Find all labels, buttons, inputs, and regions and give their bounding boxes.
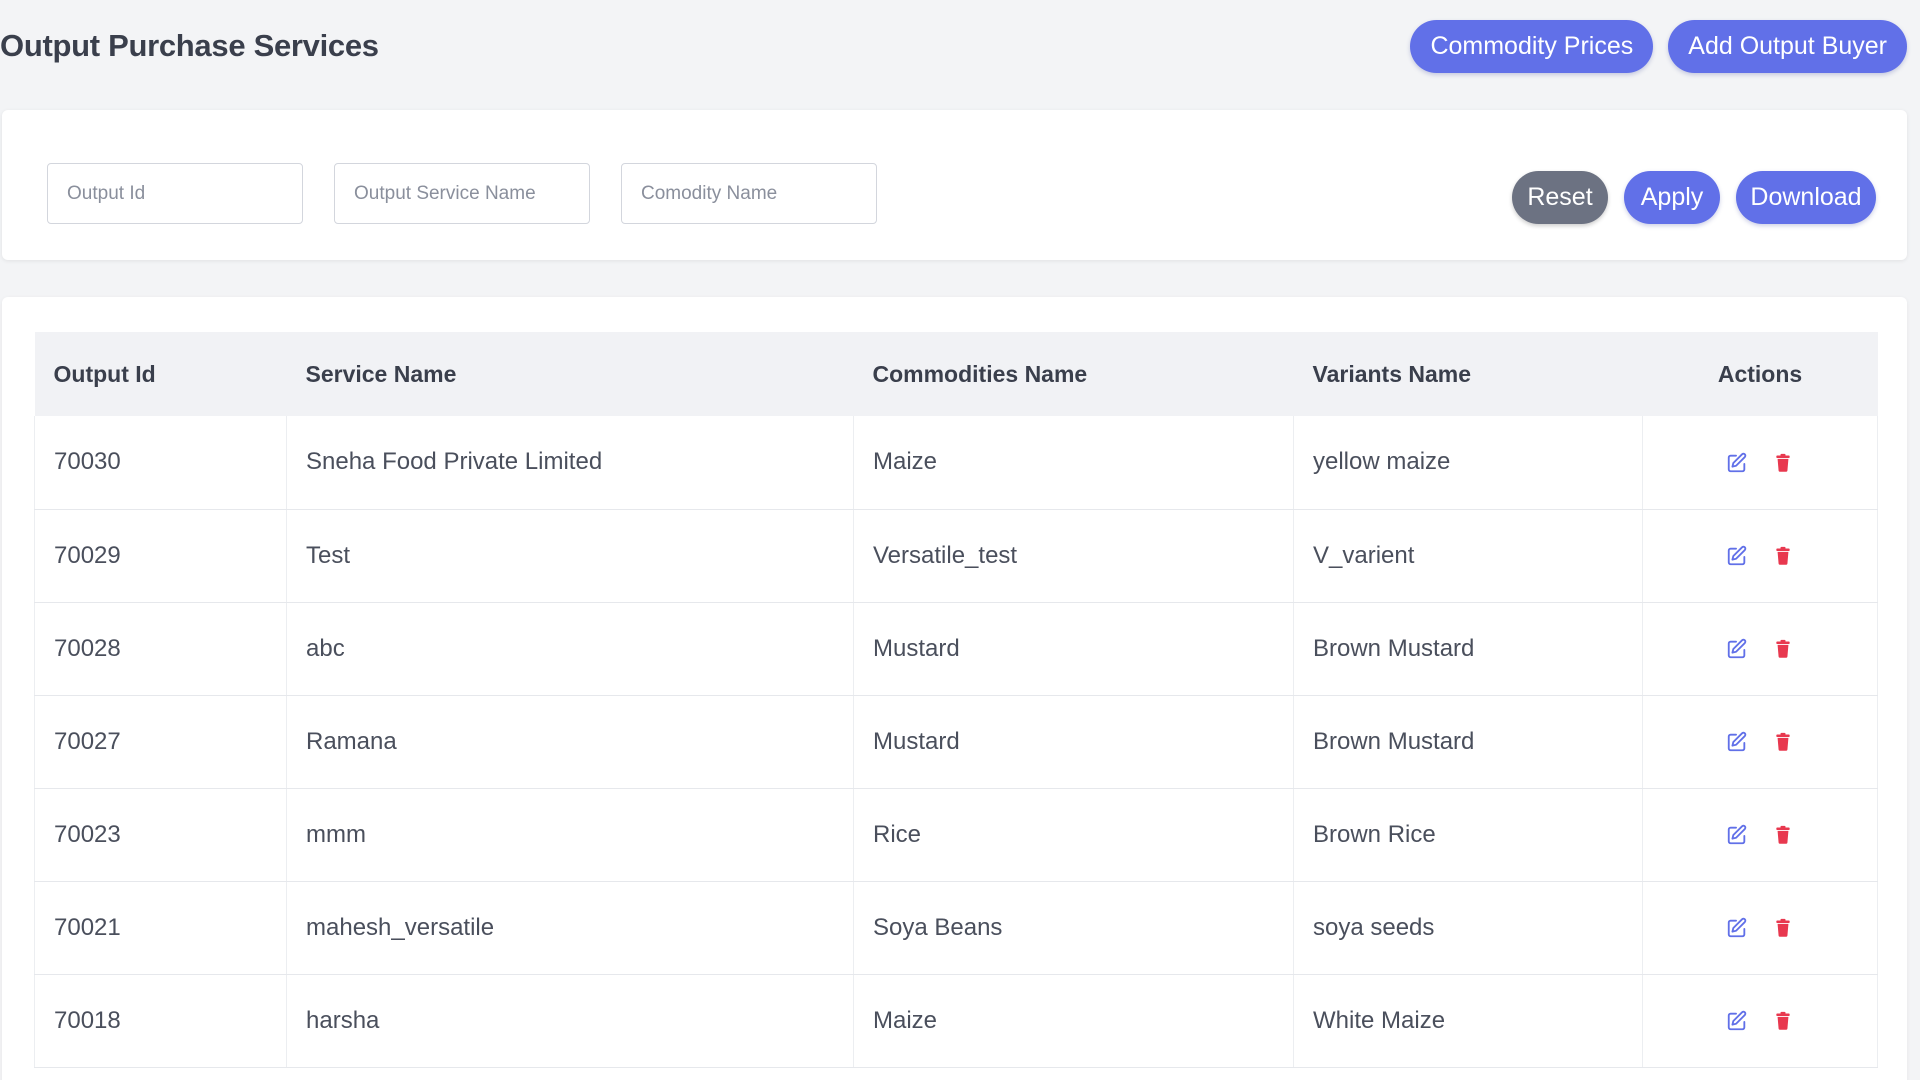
- filter-card: Reset Apply Download: [2, 110, 1907, 260]
- actions-cell: [1642, 416, 1878, 510]
- commodity-name-cell: Versatile_test: [853, 509, 1294, 603]
- column-header-service-name[interactable]: Service Name: [287, 332, 854, 416]
- variant-name-cell: Brown Mustard: [1293, 602, 1643, 696]
- apply-button[interactable]: Apply: [1624, 171, 1720, 224]
- service-name-input[interactable]: [334, 163, 590, 224]
- service-name-cell: Ramana: [286, 695, 854, 789]
- variant-name-cell: soya seeds: [1293, 881, 1643, 975]
- table-header-row: Output Id Service Name Commodities Name …: [34, 332, 1878, 416]
- service-name-cell: Test: [286, 509, 854, 603]
- variant-name-cell: White Maize: [1293, 974, 1643, 1068]
- table-row: 70021 mahesh_versatile Soya Beans soya seed…: [34, 881, 1878, 975]
- output-id-cell: 70018: [34, 974, 287, 1068]
- column-header-variants-name[interactable]: Variants Name: [1294, 332, 1643, 416]
- variant-name-cell: V_varient: [1293, 509, 1643, 603]
- table-body: 70030 Sneha Food Private Limited Maize yell…: [34, 416, 1878, 1068]
- output-id-cell: 70028: [34, 602, 287, 696]
- actions-cell: [1642, 509, 1878, 603]
- reset-button[interactable]: Reset: [1512, 171, 1608, 224]
- trash-icon[interactable]: [1772, 731, 1794, 753]
- output-id-cell: 70030: [34, 416, 287, 510]
- add-output-buyer-button[interactable]: Add Output Buyer: [1668, 20, 1907, 73]
- output-id-cell: 70021: [34, 881, 287, 975]
- edit-icon[interactable]: [1726, 917, 1748, 939]
- output-id-cell: 70023: [34, 788, 287, 882]
- trash-icon[interactable]: [1772, 638, 1794, 660]
- edit-icon[interactable]: [1726, 452, 1748, 474]
- output-id-cell: 70027: [34, 695, 287, 789]
- edit-icon[interactable]: [1726, 638, 1748, 660]
- actions-cell: [1642, 974, 1878, 1068]
- variant-name-cell: Brown Mustard: [1293, 695, 1643, 789]
- table-row: 70027 Ramana Mustard Brown Mustard: [34, 695, 1878, 789]
- column-header-actions: Actions: [1717, 360, 1803, 387]
- actions-cell: [1642, 788, 1878, 882]
- commodity-name-cell: Rice: [853, 788, 1294, 882]
- trash-icon[interactable]: [1772, 824, 1794, 846]
- table-card: Output Id Service Name Commodities Name …: [2, 297, 1907, 1080]
- commodity-name-cell: Mustard: [853, 695, 1294, 789]
- edit-icon[interactable]: [1726, 731, 1748, 753]
- output-id-cell: 70029: [34, 509, 287, 603]
- page-title: Output Purchase Services: [0, 28, 379, 63]
- actions-cell: [1642, 695, 1878, 789]
- trash-icon[interactable]: [1772, 545, 1794, 567]
- table-row: 70029 Test Versatile_test V_varient: [34, 509, 1878, 603]
- page-header: Output Purchase Services Commodity Price…: [0, 0, 1920, 100]
- column-header-output-id[interactable]: Output Id: [35, 332, 287, 416]
- table-row: 70018 harsha Maize White Maize: [34, 974, 1878, 1068]
- column-header-commodities-name[interactable]: Commodities Name: [854, 332, 1294, 416]
- output-id-input[interactable]: [47, 163, 303, 224]
- commodity-prices-button[interactable]: Commodity Prices: [1410, 20, 1654, 73]
- service-name-cell: mmm: [286, 788, 854, 882]
- trash-icon[interactable]: [1772, 917, 1794, 939]
- service-name-cell: harsha: [286, 974, 854, 1068]
- commodity-name-cell: Soya Beans: [853, 881, 1294, 975]
- actions-cell: [1642, 881, 1878, 975]
- edit-icon[interactable]: [1726, 1010, 1748, 1032]
- edit-icon[interactable]: [1726, 824, 1748, 846]
- commodity-name-cell: Mustard: [853, 602, 1294, 696]
- commodity-name-cell: Maize: [853, 974, 1294, 1068]
- download-button[interactable]: Download: [1736, 171, 1876, 224]
- table-row: 70030 Sneha Food Private Limited Maize yell…: [34, 416, 1878, 510]
- service-name-cell: abc: [286, 602, 854, 696]
- variant-name-cell: yellow maize: [1293, 416, 1643, 510]
- commodity-name-input[interactable]: [621, 163, 877, 224]
- table-row: 70023 mmm Rice Brown Rice: [34, 788, 1878, 882]
- table-row: 70028 abc Mustard Brown Mustard: [34, 602, 1878, 696]
- page: Output Purchase Services Commodity Price…: [0, 0, 1920, 1080]
- edit-icon[interactable]: [1726, 545, 1748, 567]
- commodity-name-cell: Maize: [853, 416, 1294, 510]
- service-name-cell: mahesh_versatile: [286, 881, 854, 975]
- trash-icon[interactable]: [1772, 452, 1794, 474]
- variant-name-cell: Brown Rice: [1293, 788, 1643, 882]
- service-name-cell: Sneha Food Private Limited: [286, 416, 854, 510]
- actions-cell: [1642, 602, 1878, 696]
- filter-actions: Reset Apply Download: [1512, 171, 1876, 224]
- output-services-table: Output Id Service Name Commodities Name …: [34, 332, 1878, 1068]
- header-actions: Commodity Prices Add Output Buyer: [1410, 20, 1907, 73]
- trash-icon[interactable]: [1772, 1010, 1794, 1032]
